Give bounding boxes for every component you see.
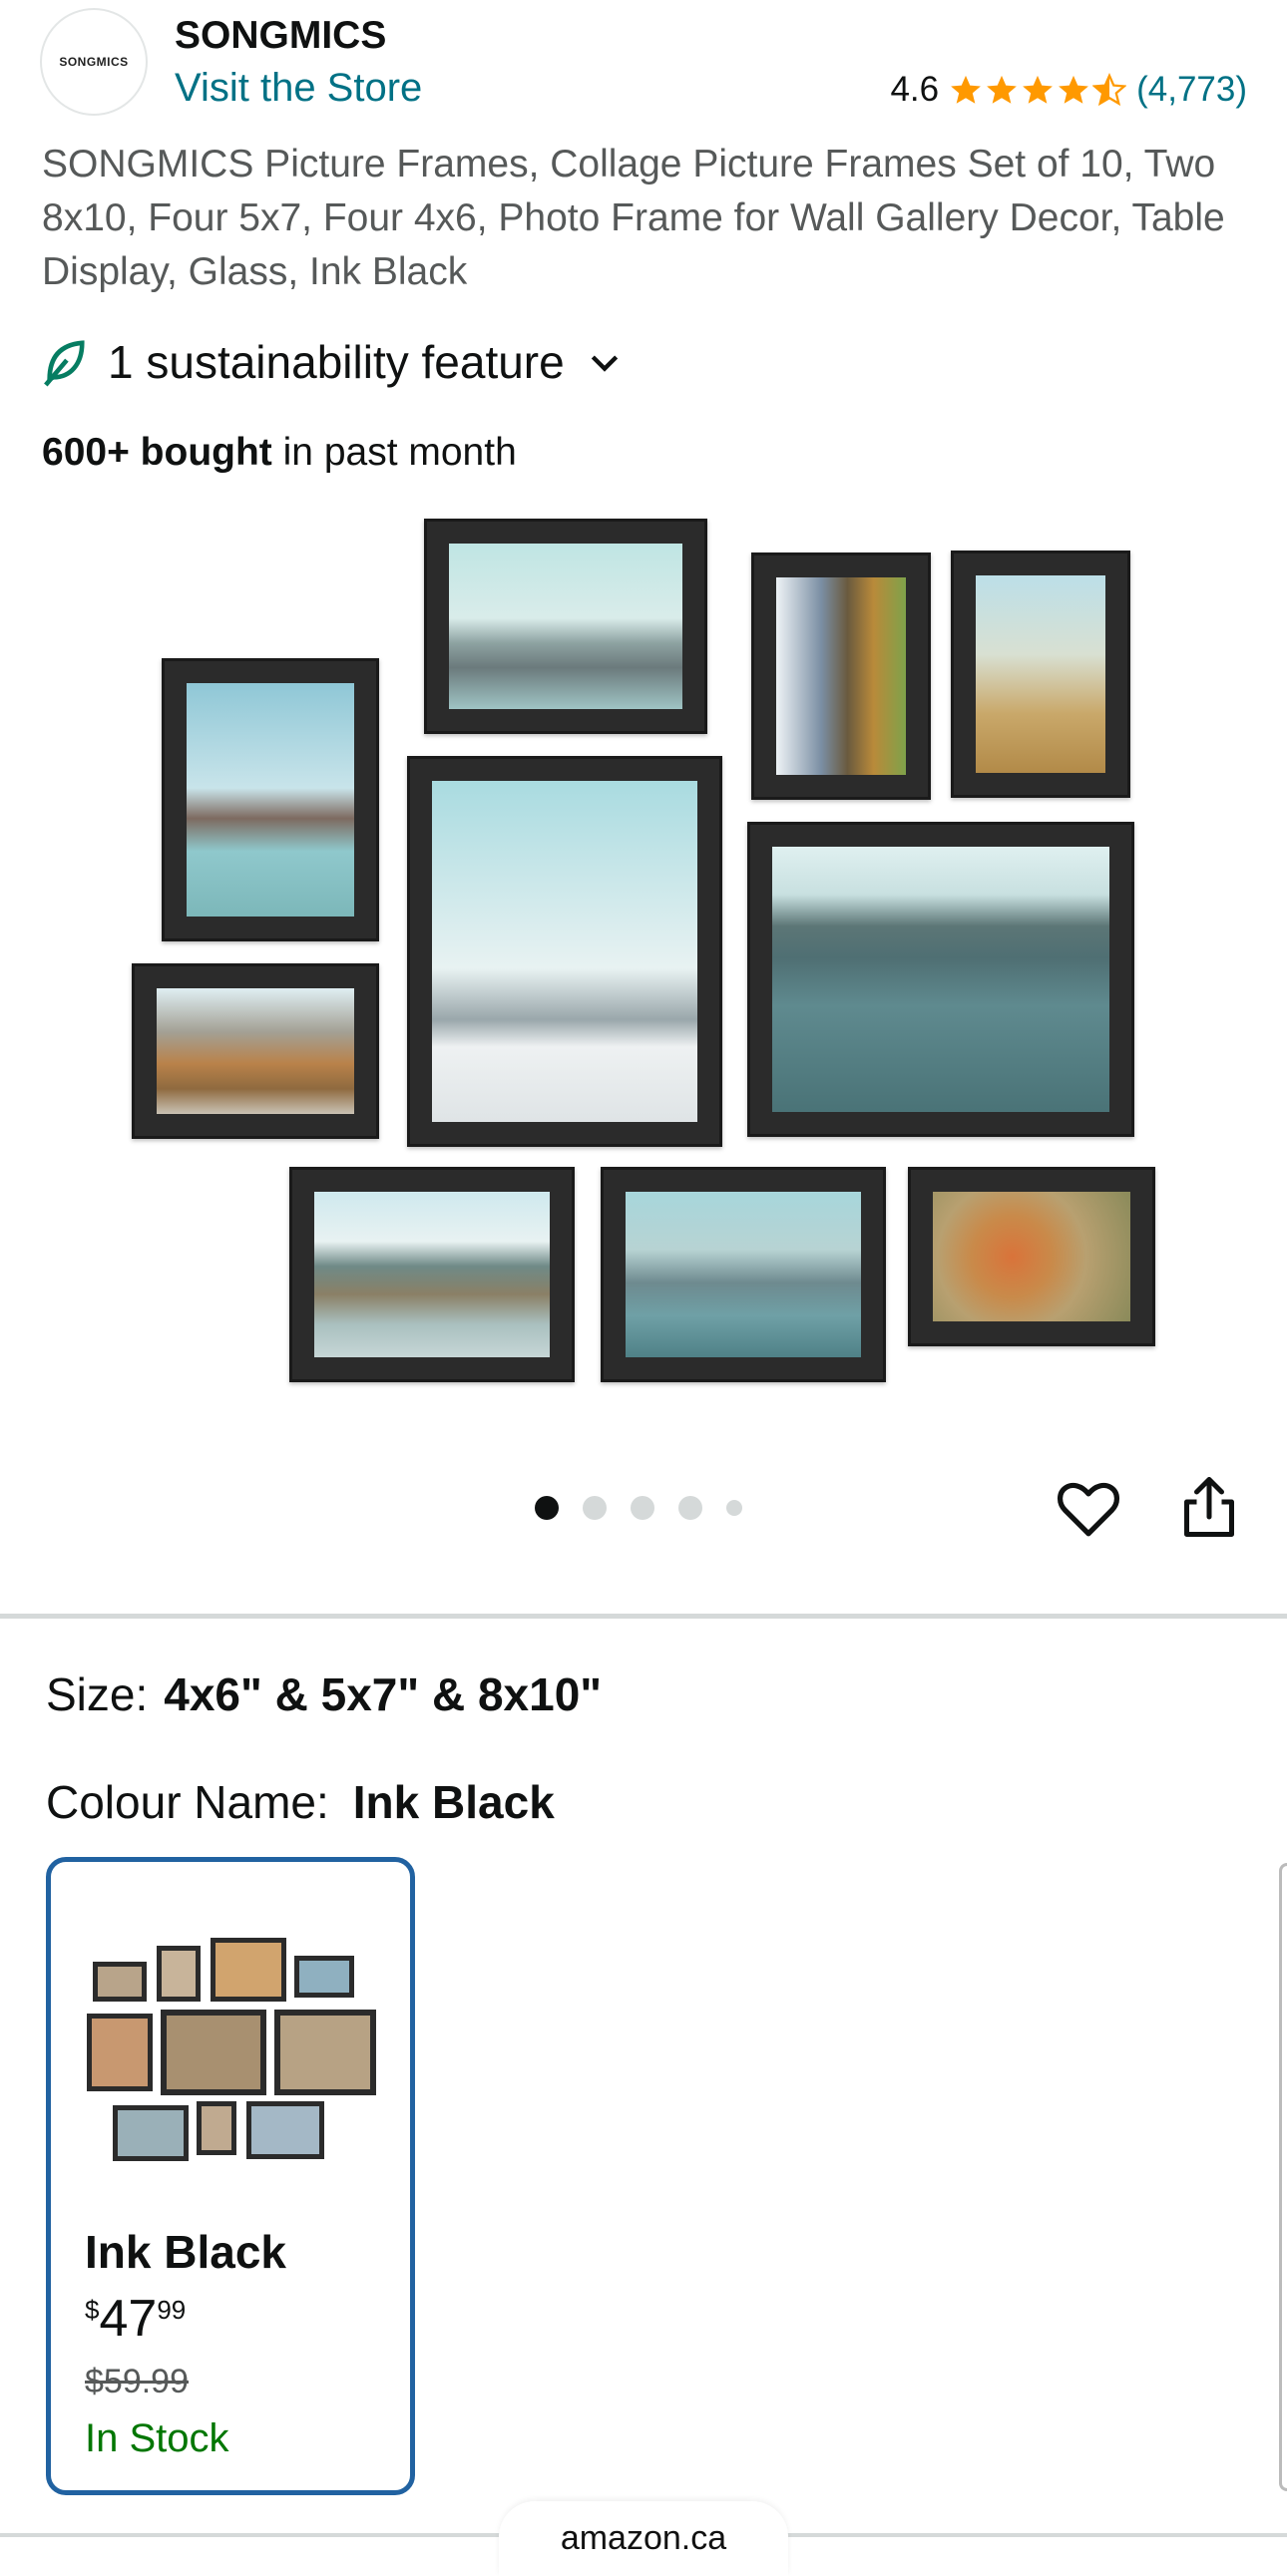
colour-label: Colour Name: xyxy=(46,1776,329,1828)
visit-store-link[interactable]: Visit the Store xyxy=(175,66,422,111)
product-title: SONGMICS Picture Frames, Collage Picture… xyxy=(42,143,1225,293)
leaf-icon xyxy=(44,340,85,387)
frame-photo xyxy=(751,552,931,800)
frame-photo xyxy=(908,1167,1155,1346)
brand-logo[interactable]: SONGMICS xyxy=(40,8,148,116)
bought-suffix: in past month xyxy=(271,431,517,474)
frame-photo xyxy=(289,1167,575,1382)
sustainability-feature[interactable]: 1 sustainability feature xyxy=(42,335,625,389)
product-image[interactable] xyxy=(120,509,1177,1406)
carousel-dot-active[interactable] xyxy=(535,1496,559,1520)
share-icon[interactable] xyxy=(1179,1474,1239,1540)
size-label: Size: xyxy=(46,1668,149,1720)
size-option: Size: 4x6" & 5x7" & 8x10" xyxy=(46,1667,602,1721)
colour-value: Ink Black xyxy=(352,1776,555,1828)
rating-summary[interactable]: 4.6 (4,773) xyxy=(890,70,1247,110)
section-divider xyxy=(0,1614,1287,1619)
swatch-stock-status: In Stock xyxy=(85,2416,229,2460)
frame-photo xyxy=(747,822,1134,1137)
chevron-down-icon xyxy=(591,355,618,372)
carousel-dots xyxy=(535,1496,742,1520)
colour-swatch-ink-black[interactable]: Ink Black $4799 $59.99 In Stock xyxy=(46,1857,415,2495)
price-whole: 47 xyxy=(99,2290,158,2348)
star-full-icon xyxy=(987,75,1017,104)
price-fraction: 99 xyxy=(157,2295,187,2325)
frame-photo xyxy=(601,1167,886,1382)
frame-photo xyxy=(407,756,722,1147)
rating-stars xyxy=(949,73,1127,107)
frame-photo xyxy=(132,963,379,1139)
frame-photo xyxy=(162,658,379,941)
url-text: amazon.ca xyxy=(560,2519,727,2557)
brand-name: SONGMICS xyxy=(175,14,387,57)
rating-count[interactable]: (4,773) xyxy=(1136,70,1247,110)
brand-logo-text: SONGMICS xyxy=(59,55,129,69)
star-full-icon xyxy=(951,75,981,104)
size-value: 4x6" & 5x7" & 8x10" xyxy=(164,1668,603,1720)
carousel-dot[interactable] xyxy=(726,1500,742,1516)
star-full-icon xyxy=(1059,75,1088,104)
swatch-thumbnail xyxy=(87,1938,376,2161)
swatch-name: Ink Black xyxy=(85,2226,286,2278)
frame-photo xyxy=(424,519,707,734)
swatch-price: $4799 xyxy=(85,2289,186,2349)
star-full-icon xyxy=(1023,75,1053,104)
bought-count: 600+ bought xyxy=(42,431,272,474)
heart-icon[interactable] xyxy=(1056,1476,1121,1542)
carousel-dot[interactable] xyxy=(583,1496,607,1520)
carousel-dot[interactable] xyxy=(631,1496,654,1520)
frame-photo xyxy=(951,551,1130,798)
sustainability-label: 1 sustainability feature xyxy=(108,336,565,388)
star-half-icon xyxy=(1092,73,1127,107)
swatch-was-price: $59.99 xyxy=(85,2363,189,2400)
brand-row: SONGMICS SONGMICS Visit the Store 4.6 (4… xyxy=(40,8,1247,118)
bought-in-past-month: 600+ bought in past month xyxy=(42,431,517,475)
url-bar[interactable]: amazon.ca xyxy=(499,2501,788,2576)
next-swatch-edge[interactable] xyxy=(1279,1863,1287,2491)
price-currency: $ xyxy=(85,2295,100,2325)
colour-option: Colour Name: Ink Black xyxy=(46,1775,555,1829)
rating-value: 4.6 xyxy=(890,70,940,109)
carousel-dot[interactable] xyxy=(678,1496,702,1520)
